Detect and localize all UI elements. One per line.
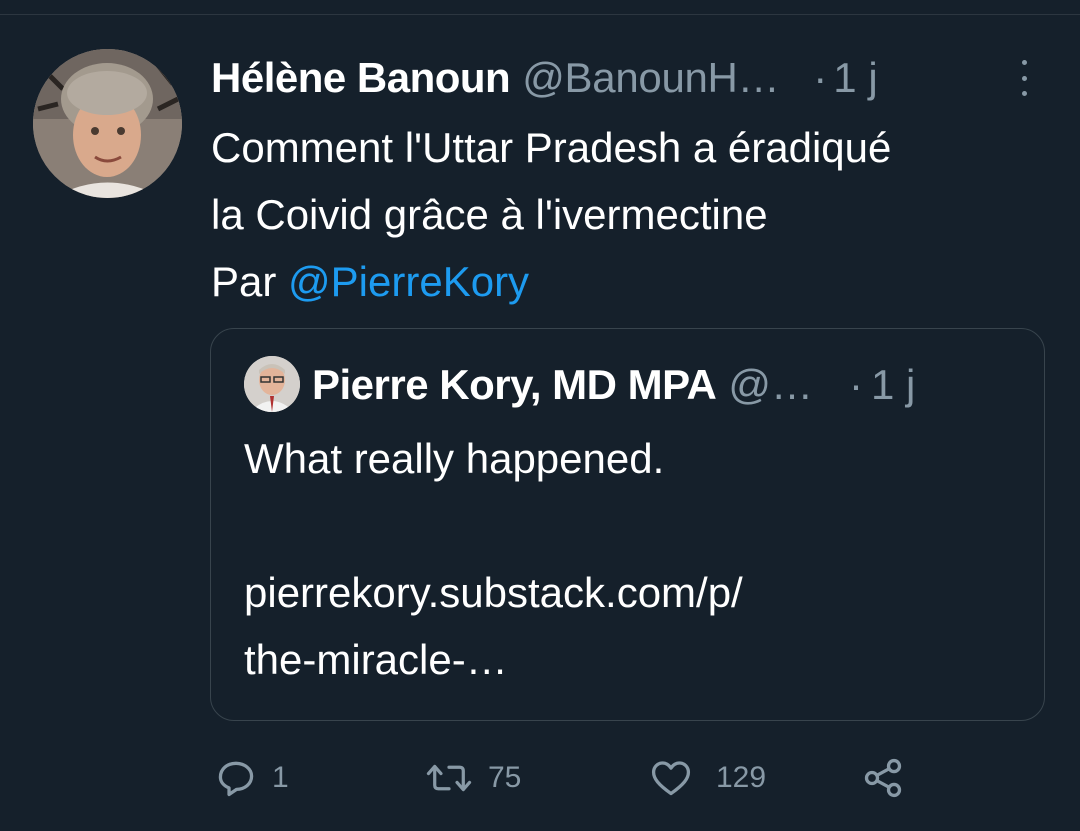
quoted-author-handle: @…: [728, 361, 814, 408]
tweet-header: Hélène Banoun @BanounH… · 1 j: [211, 52, 1061, 104]
quoted-text-line: the-miracle-…: [244, 636, 508, 683]
tweet-text-line-by: Par @PierreKory: [211, 248, 1061, 315]
reply-count: 1: [272, 761, 289, 794]
author-handle[interactable]: @BanounH…: [522, 54, 779, 102]
quoted-text-line: [244, 492, 1024, 559]
tweet-text-line: la Coivid grâce à l'ivermectine: [211, 191, 768, 238]
quoted-author-name: Pierre Kory, MD MPA: [312, 361, 717, 408]
share-button[interactable]: [860, 752, 906, 804]
retweet-button[interactable]: 75: [424, 752, 521, 804]
like-button[interactable]: 129: [648, 752, 766, 804]
quoted-timestamp: 1 j: [871, 361, 916, 408]
quoted-separator-dot: ·: [849, 361, 864, 408]
author-avatar[interactable]: [33, 49, 182, 198]
tweet-timestamp[interactable]: 1 j: [833, 54, 877, 102]
tweet-actions-bar: 1 75 129: [214, 752, 934, 804]
author-name[interactable]: Hélène Banoun: [211, 54, 511, 102]
reply-button[interactable]: 1: [214, 752, 289, 804]
retweet-icon: [426, 764, 472, 792]
reply-icon: [218, 761, 254, 797]
top-divider: [0, 14, 1080, 15]
mention-link[interactable]: @PierreKory: [288, 258, 529, 305]
share-icon: [864, 758, 902, 798]
quoted-tweet-text: What really happened. pierrekory.substac…: [244, 425, 1024, 693]
quoted-tweet-header: Pierre Kory, MD MPA @… · 1 j: [312, 357, 1032, 413]
tweet-text-line: Comment l'Uttar Pradesh a éradiqué: [211, 124, 892, 171]
by-prefix: Par: [211, 258, 289, 305]
heart-icon: [651, 761, 691, 796]
separator-dot: ·: [813, 54, 828, 101]
more-vertical-icon[interactable]: [1016, 60, 1032, 96]
like-count: 129: [716, 761, 767, 794]
quoted-text-line: What really happened.: [244, 435, 665, 482]
tweet-text: Comment l'Uttar Pradesh a éradiqué la Co…: [211, 114, 1061, 315]
quoted-text-line: pierrekory.substack.com/p/: [244, 569, 743, 616]
quoted-author-avatar: [244, 356, 300, 412]
retweet-count: 75: [488, 761, 522, 794]
